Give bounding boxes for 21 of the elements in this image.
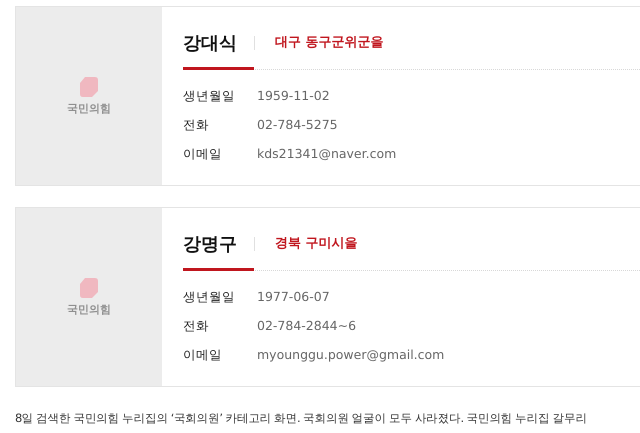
- logo-text: 국민의힘: [67, 100, 111, 116]
- logo-icon: [80, 278, 98, 298]
- field-label: 생년월일: [183, 288, 236, 306]
- field-label: 전화: [183, 116, 210, 134]
- field-value: myounggu.power@gmail.com: [257, 346, 444, 364]
- member-name: 강대식: [183, 32, 254, 70]
- district-name: 대구 동구군위군을: [275, 34, 384, 52]
- field-label: 이메일: [183, 346, 223, 364]
- field-value: 1959-11-02: [257, 87, 330, 105]
- logo-text: 국민의힘: [67, 302, 111, 316]
- district-name: 경북 구미시을: [275, 235, 358, 253]
- field-value: 02-784-2844~6: [257, 317, 356, 335]
- field-label: 생년월일: [183, 87, 236, 105]
- field-value: 1977-06-07: [257, 288, 330, 306]
- field-value: kds21341@naver.com: [257, 145, 396, 163]
- logo-icon: [80, 76, 98, 96]
- field-label: 이메일: [183, 145, 223, 163]
- photo-caption: 8일 검색한 국민의힘 누리집의 ‘국회의원’ 카테고리 화면. 국회의원 얼굴이 모두 사라졌다. 국민의힘 누리집 갈무리: [15, 411, 588, 426]
- field-value: 02-784-5275: [257, 116, 338, 134]
- member-name: 강명구: [183, 232, 254, 270]
- field-label: 전화: [183, 317, 210, 335]
